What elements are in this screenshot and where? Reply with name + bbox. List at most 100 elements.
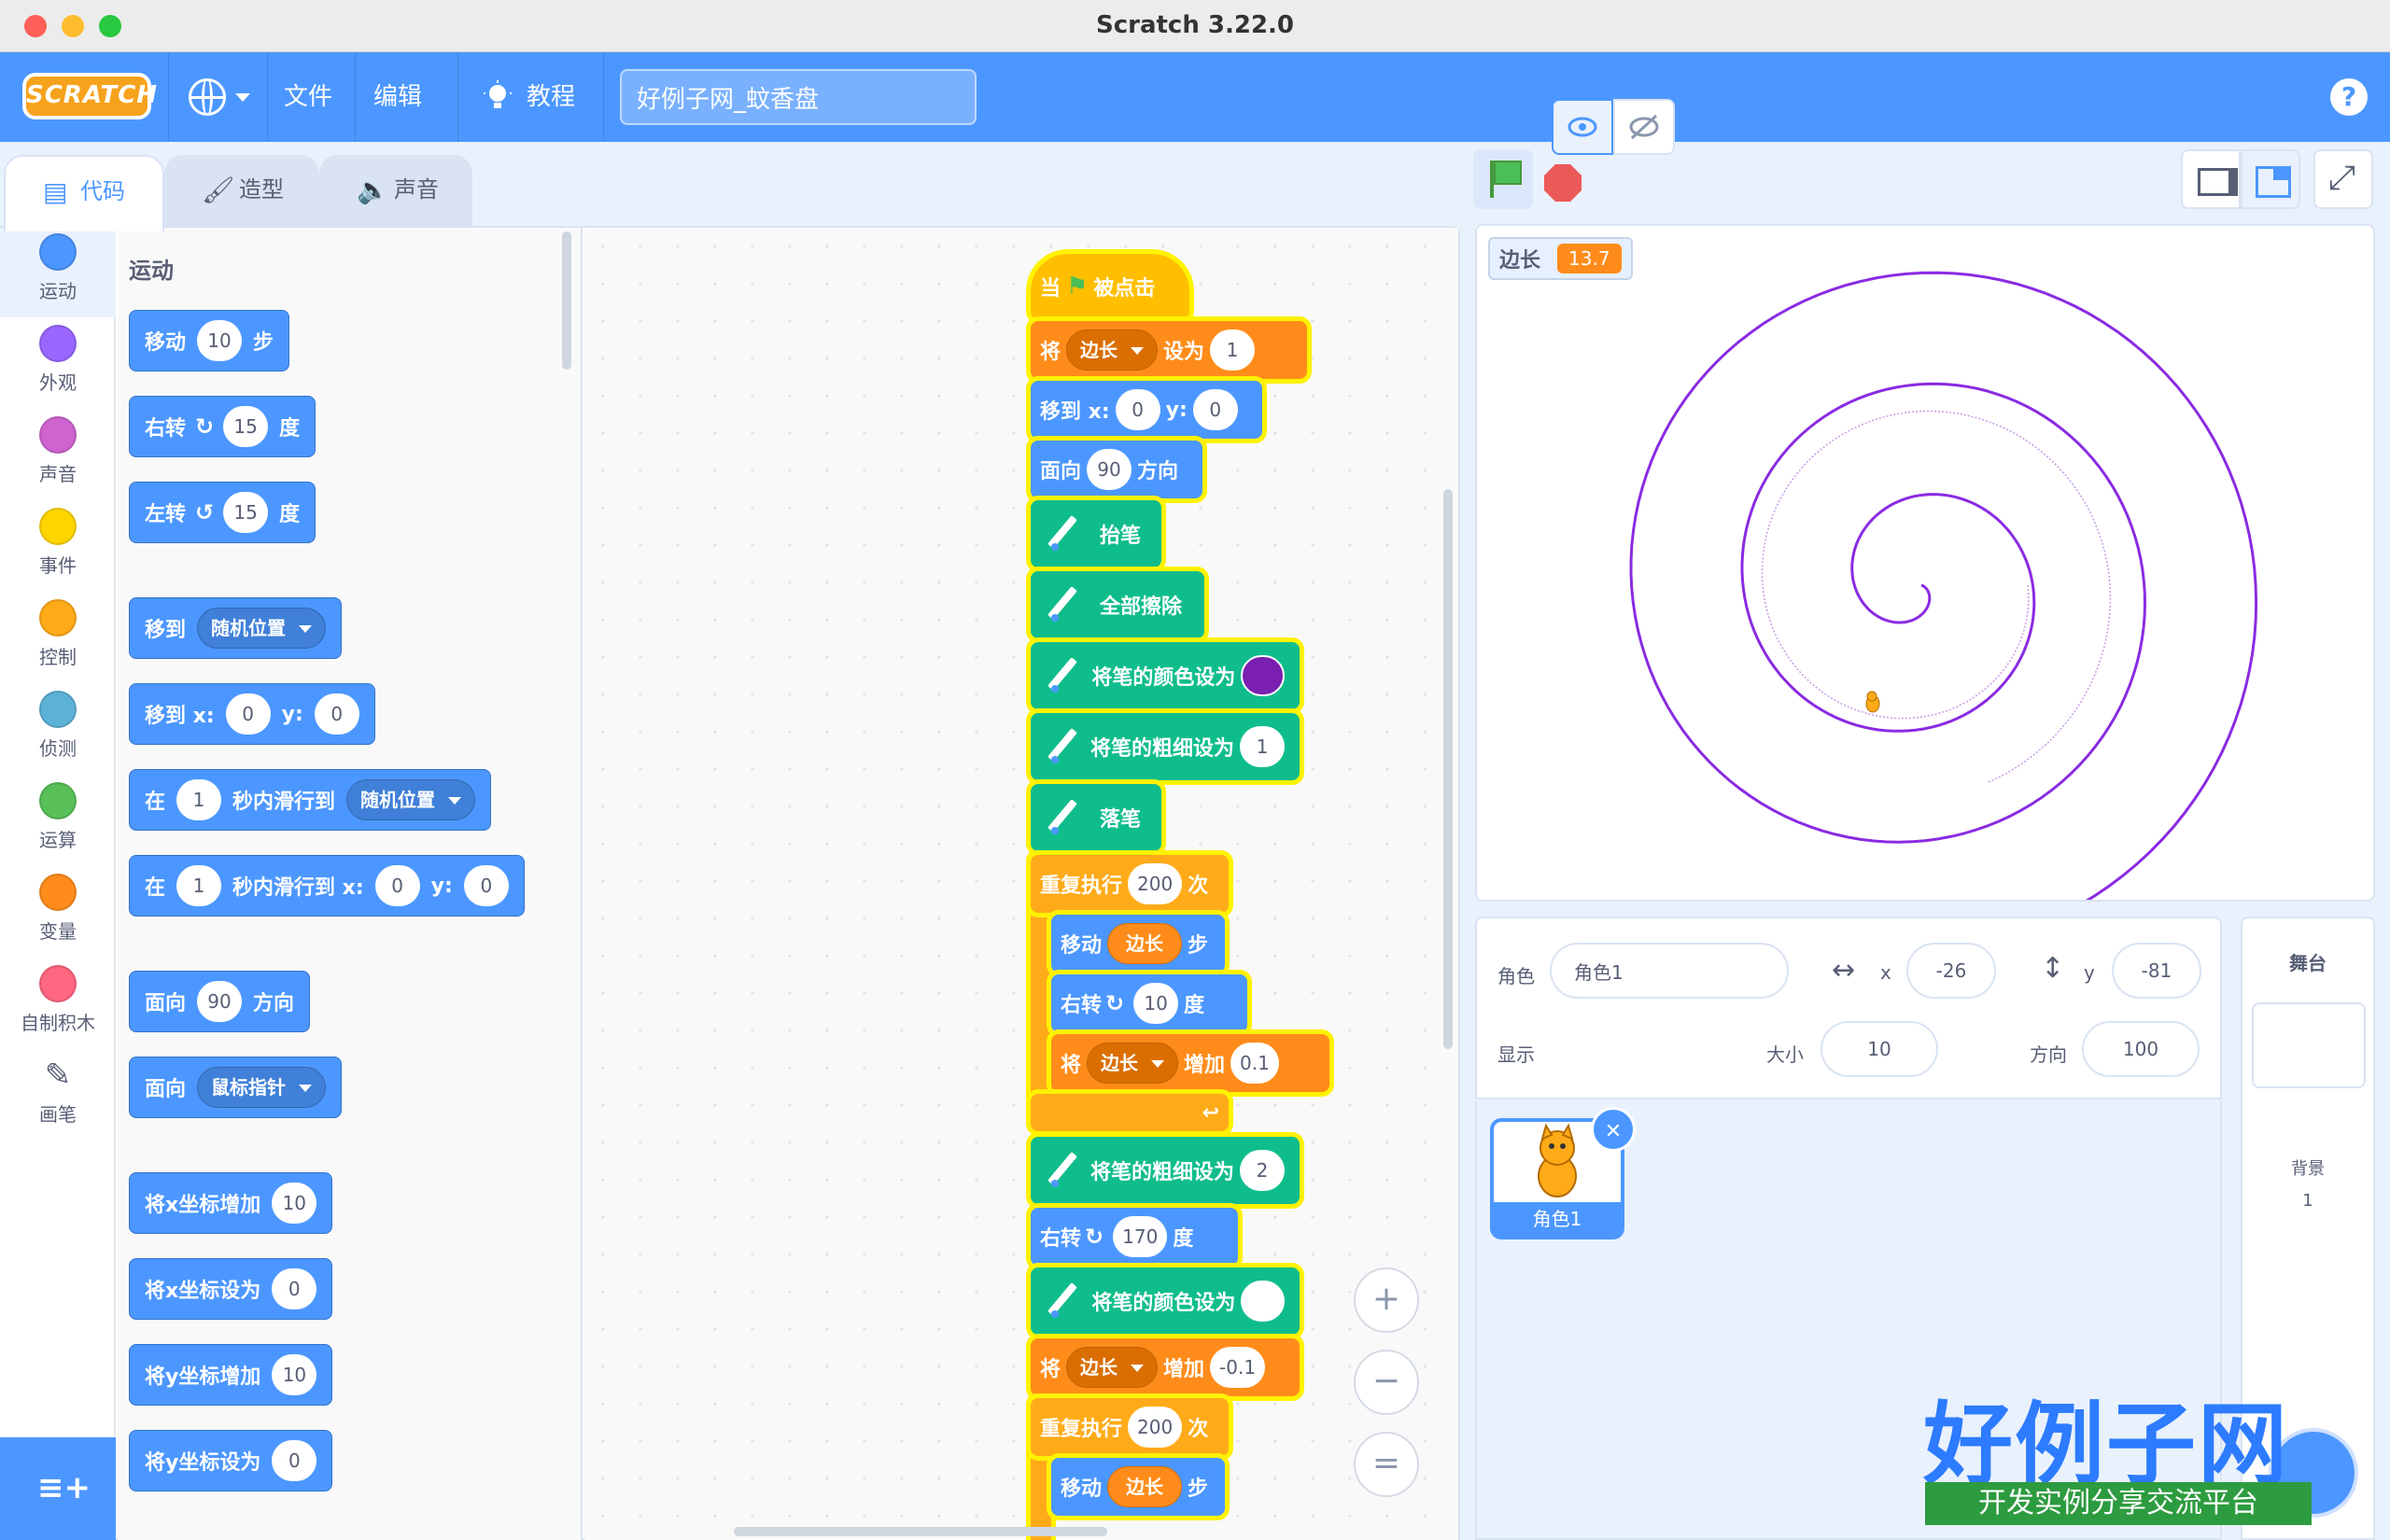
target-dropdown[interactable]: 随机位置 <box>346 779 476 820</box>
block-set-pen-color[interactable]: 将笔的颜色设为 <box>1031 1267 1300 1335</box>
workspace-horizontal-scrollbar[interactable] <box>734 1527 1107 1536</box>
tab-costumes[interactable]: 🖌 造型 <box>164 155 319 228</box>
number-input[interactable]: 10 <box>272 1354 317 1395</box>
sprite-y-input[interactable] <box>2112 943 2201 999</box>
block-pen-down[interactable]: 落笔 <box>1031 784 1161 851</box>
number-input[interactable]: 1 <box>1240 726 1285 767</box>
x-input[interactable]: 0 <box>225 693 271 735</box>
number-input[interactable]: 0 <box>272 1268 317 1309</box>
block-goto-xy[interactable]: 移到 x: 0 y: 0 <box>129 683 375 745</box>
variable-reporter[interactable]: 边长 <box>1107 1466 1183 1507</box>
sprite-x-input[interactable] <box>1906 943 1996 999</box>
number-input[interactable]: 10 <box>272 1183 317 1224</box>
cat-sprite[interactable] <box>1865 691 1880 713</box>
seconds-input[interactable]: 1 <box>176 779 222 820</box>
number-input[interactable]: 10 <box>197 320 243 361</box>
block-move-steps[interactable]: 移动 边长 步 <box>1051 915 1225 973</box>
block-pen-clear[interactable]: 全部擦除 <box>1031 571 1204 638</box>
number-input[interactable]: 15 <box>223 492 269 533</box>
number-input[interactable]: 0.1 <box>1230 1043 1279 1084</box>
block-glide-target[interactable]: 在 1 秒内滑行到 随机位置 <box>129 769 492 831</box>
block-turn-right[interactable]: 右转 ↻ 15 度 <box>129 396 316 457</box>
category-my-blocks[interactable]: 自制积木 <box>0 959 116 1049</box>
x-input[interactable]: 0 <box>1115 389 1160 430</box>
color-picker-input[interactable] <box>1241 655 1285 696</box>
zoom-out-button[interactable]: − <box>1354 1350 1419 1415</box>
category-events[interactable]: 事件 <box>0 502 116 592</box>
scratch-logo[interactable]: SCRATCH <box>22 73 157 119</box>
stage-canvas[interactable]: 边长 13.7 <box>1475 224 2375 902</box>
number-input[interactable]: 170 <box>1113 1216 1168 1257</box>
zoom-reset-button[interactable]: = <box>1354 1432 1419 1497</box>
direction-input[interactable]: 90 <box>1087 449 1132 490</box>
help-icon[interactable]: ? <box>2330 78 2368 116</box>
target-dropdown[interactable]: 随机位置 <box>197 608 327 649</box>
block-set-pen-color[interactable]: 将笔的颜色设为 <box>1031 642 1300 709</box>
workspace-vertical-scrollbar[interactable] <box>1443 489 1453 1049</box>
category-operators[interactable]: 运算 <box>0 777 116 866</box>
block-when-flag-clicked[interactable]: 当 ⚑ 被点击 <box>1031 254 1189 319</box>
block-goto-xy[interactable]: 移到 x: 0 y: 0 <box>1031 381 1262 439</box>
y-input[interactable]: 0 <box>463 865 509 906</box>
edit-menu[interactable]: 编辑 <box>373 78 422 116</box>
block-change-variable[interactable]: 将 边长 增加 -0.1 <box>1031 1338 1300 1396</box>
y-input[interactable]: 0 <box>1192 389 1238 430</box>
category-sensing[interactable]: 侦测 <box>0 685 116 775</box>
category-variables[interactable]: 变量 <box>0 868 116 958</box>
category-pen[interactable]: ✎ 画笔 <box>0 1051 116 1141</box>
add-extension-button[interactable]: ≡+ <box>0 1437 116 1540</box>
trash-icon[interactable]: ✕ <box>1591 1107 1636 1152</box>
block-point-direction[interactable]: 面向 90 方向 <box>1031 441 1202 498</box>
variable-reporter[interactable]: 边长 <box>1107 923 1183 964</box>
tutorials-menu[interactable]: 教程 <box>527 78 575 116</box>
number-input[interactable]: 2 <box>1240 1150 1285 1191</box>
block-glide-xy[interactable]: 在 1 秒内滑行到 x: 0 y: 0 <box>129 855 525 917</box>
block-turn-right[interactable]: 右转 ↻ 10 度 <box>1051 974 1247 1032</box>
stop-button[interactable] <box>1544 164 1582 202</box>
direction-input[interactable]: 90 <box>197 981 243 1022</box>
zoom-in-button[interactable]: + <box>1354 1267 1419 1333</box>
fullscreen-button[interactable] <box>2313 149 2373 209</box>
block-goto-target[interactable]: 移到 随机位置 <box>129 597 343 659</box>
x-input[interactable]: 0 <box>374 865 420 906</box>
green-flag-button[interactable] <box>1473 149 1533 209</box>
block-change-variable[interactable]: 将 边长 增加 0.1 <box>1051 1034 1329 1092</box>
hide-sprite-button[interactable] <box>1613 99 1675 155</box>
category-motion[interactable]: 运动 <box>0 228 116 317</box>
normal-stage-button[interactable] <box>2241 149 2300 209</box>
color-picker-input[interactable] <box>1241 1281 1285 1322</box>
variable-dropdown[interactable]: 边长 <box>1066 329 1159 371</box>
project-title-input[interactable] <box>620 69 977 125</box>
block-set-pen-size[interactable]: 将笔的粗细设为 1 <box>1031 713 1300 780</box>
number-input[interactable]: -0.1 <box>1210 1347 1266 1388</box>
globe-icon[interactable] <box>189 78 226 116</box>
tab-sounds[interactable]: 🔈 声音 <box>319 155 472 228</box>
block-move-steps[interactable]: 移动 10 步 <box>129 310 290 371</box>
variable-dropdown[interactable]: 边长 <box>1087 1043 1179 1084</box>
block-repeat[interactable]: 重复执行 200 次 <box>1031 1398 1229 1456</box>
block-point-towards[interactable]: 面向 鼠标指针 <box>129 1057 343 1118</box>
number-input[interactable]: 15 <box>223 406 269 447</box>
variable-dropdown[interactable]: 边长 <box>1066 1347 1159 1388</box>
category-sound[interactable]: 声音 <box>0 411 116 500</box>
small-stage-button[interactable] <box>2181 149 2241 209</box>
show-sprite-button[interactable] <box>1552 99 1613 155</box>
block-move-steps[interactable]: 移动 边长 步 <box>1051 1458 1225 1516</box>
seconds-input[interactable]: 1 <box>176 865 222 906</box>
y-input[interactable]: 0 <box>314 693 359 735</box>
number-input[interactable]: 0 <box>272 1440 317 1481</box>
block-turn-left[interactable]: 左转 ↺ 15 度 <box>129 482 316 543</box>
sprite-size-input[interactable] <box>1821 1021 1938 1077</box>
target-dropdown[interactable]: 鼠标指针 <box>197 1067 327 1108</box>
number-input[interactable]: 1 <box>1210 329 1256 371</box>
stage-thumbnail[interactable] <box>2252 1002 2366 1088</box>
block-set-pen-size[interactable]: 将笔的粗细设为 2 <box>1031 1137 1300 1204</box>
block-pen-up[interactable]: 抬笔 <box>1031 500 1161 567</box>
block-point-direction[interactable]: 面向 90 方向 <box>129 971 311 1032</box>
sprite-direction-input[interactable] <box>2082 1021 2200 1077</box>
block-set-y[interactable]: 将y坐标设为 0 <box>129 1430 333 1491</box>
category-looks[interactable]: 外观 <box>0 319 116 409</box>
tab-code[interactable]: ▤ 代码 <box>4 155 164 231</box>
times-input[interactable]: 200 <box>1128 1407 1183 1448</box>
times-input[interactable]: 200 <box>1128 863 1183 904</box>
